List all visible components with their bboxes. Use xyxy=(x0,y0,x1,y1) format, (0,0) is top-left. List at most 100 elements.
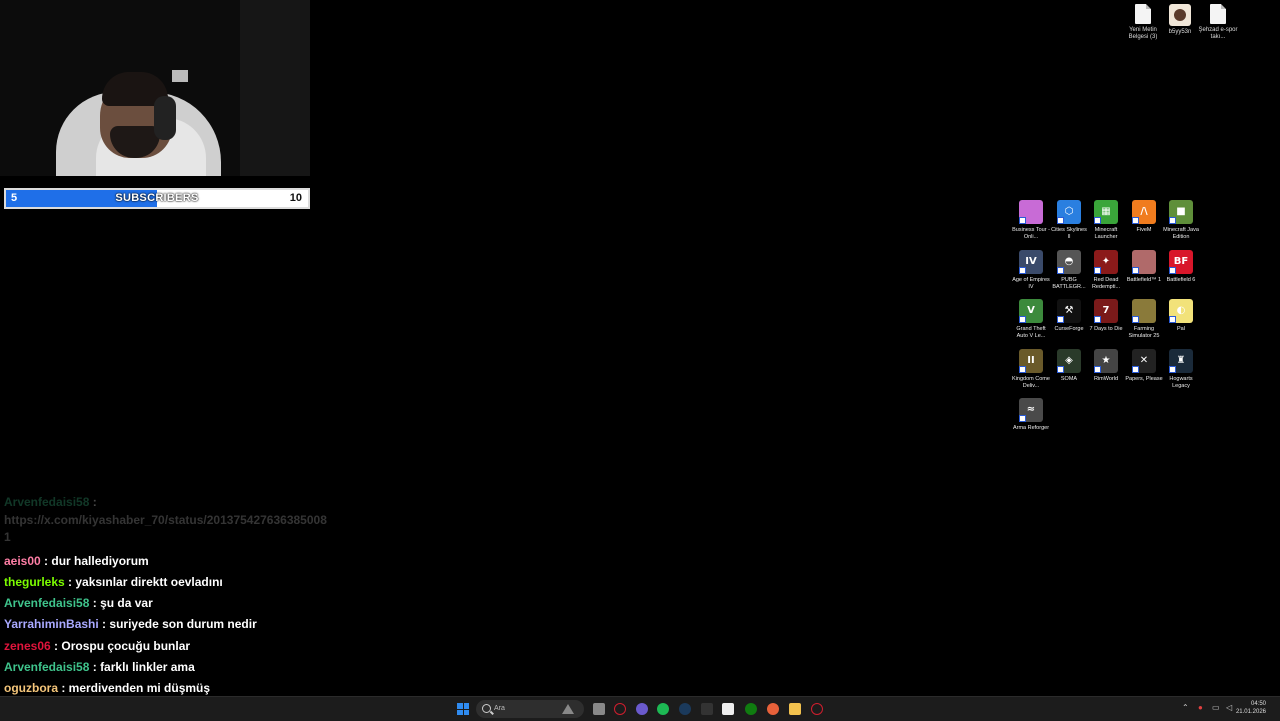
desktop-shortcut-label: Business Tour - Onli... xyxy=(1012,227,1050,240)
gta-v-icon: V xyxy=(1019,299,1043,323)
xbox-icon[interactable] xyxy=(745,703,757,715)
desktop-shortcut-label: Hogwarts Legacy xyxy=(1169,376,1193,389)
file-explorer-icon[interactable] xyxy=(789,703,801,715)
desktop-shortcut[interactable]: ⚒ CurseForge xyxy=(1050,299,1088,333)
desktop-shortcut[interactable]: V Grand Theft Auto V Le... xyxy=(1012,299,1050,340)
desktop-shortcut-label: Battlefield™ 1 xyxy=(1126,277,1162,283)
volume-icon[interactable]: ◁ xyxy=(1226,701,1232,715)
chat-username: YarrahiminBashi xyxy=(4,617,99,632)
chat-separator: : xyxy=(64,574,76,589)
text-file-icon xyxy=(1135,4,1151,24)
desktop-shortcut[interactable]: Farming Simulator 25 xyxy=(1125,299,1163,340)
subscriber-goal-bar: 5 SUBSCRIBERS 10 xyxy=(4,188,310,209)
desktop-shortcut-label: Red Dead Redempti... xyxy=(1091,277,1121,290)
desktop-shortcut[interactable]: ▦ Minecraft Launcher xyxy=(1087,200,1125,241)
desktop-shortcut[interactable]: ■ Minecraft Java Edition xyxy=(1162,200,1200,241)
desktop-shortcut[interactable]: ◓ PUBG BATTLEGR... xyxy=(1050,250,1088,291)
minecraft-java-icon: ■ xyxy=(1169,200,1193,224)
desktop-shortcut[interactable]: ⬡ Cities Skylines II xyxy=(1050,200,1088,241)
chat-username: Arvenfedaisi58 xyxy=(4,596,90,611)
capcut-icon[interactable] xyxy=(722,703,734,715)
desktop-file-label: Yeni Metin Belgesi (3) xyxy=(1128,27,1158,40)
desktop-shortcut[interactable]: IV Age of Empires IV xyxy=(1012,250,1050,291)
desktop-shortcut[interactable]: BF Battlefield 6 xyxy=(1162,250,1200,284)
chat-username: Arvenfedaisi58 xyxy=(4,659,90,674)
desktop-shortcut[interactable]: ♜ Hogwarts Legacy xyxy=(1162,349,1200,390)
desktop-file-yeni-metin[interactable]: Yeni Metin Belgesi (3) xyxy=(1123,4,1163,41)
taskbar-clock[interactable]: 04:50 21.01.2026 xyxy=(1236,700,1266,716)
desktop-shortcut[interactable]: ≈ Arma Reforger xyxy=(1012,398,1050,432)
red-dead-icon: ✦ xyxy=(1094,250,1118,274)
desktop-shortcut[interactable]: 7 7 Days to Die xyxy=(1087,299,1125,333)
search-placeholder: Ara xyxy=(494,705,505,712)
seven-days-icon: 7 xyxy=(1094,299,1118,323)
discord-icon[interactable] xyxy=(636,703,648,715)
spotify-icon[interactable] xyxy=(657,703,669,715)
steam-icon[interactable] xyxy=(679,703,691,715)
text-file-icon xyxy=(1210,4,1226,24)
microphone-icon[interactable]: ● xyxy=(1198,701,1203,715)
cities-skylines-icon: ⬡ xyxy=(1057,200,1081,224)
chat-message: aeis00 : dur hallediyorum xyxy=(4,551,334,572)
clock-time: 04:50 xyxy=(1250,701,1266,707)
pal-icon: ◐ xyxy=(1169,299,1193,323)
taskbar-search[interactable]: Ara xyxy=(476,700,584,718)
tray-overflow-icon[interactable]: ⌃ xyxy=(1182,701,1189,715)
epic-games-icon[interactable] xyxy=(701,703,713,715)
chat-message: thegurleks : yaksınlar direktt oevladını xyxy=(4,572,334,593)
desktop-shortcut-label: Minecraft Launcher xyxy=(1094,227,1118,240)
chat-message: zenes06 : Orospu çocuğu bunlar xyxy=(4,636,334,657)
chat-message: YarrahiminBashi : suriyede son durum ned… xyxy=(4,614,334,635)
desktop-shortcut-label: Papers, Please xyxy=(1125,376,1163,382)
image-file-icon xyxy=(1169,4,1191,26)
opera-gx-icon[interactable] xyxy=(614,703,626,715)
desktop-shortcut[interactable]: Business Tour - Onli... xyxy=(1012,200,1050,241)
chat-username: oguzbora xyxy=(4,681,58,695)
desktop-file-label: b5yy53n xyxy=(1168,29,1192,35)
opera-icon[interactable] xyxy=(811,703,823,715)
chat-username: thegurleks xyxy=(4,574,65,589)
start-button[interactable] xyxy=(457,703,469,715)
taskbar: Ara ⌃ ● ▭ ◁ 04:50 21.01.2026 xyxy=(0,696,1280,721)
network-icon[interactable]: ▭ xyxy=(1212,701,1220,715)
chat-text: dur hallediyorum xyxy=(51,553,149,568)
desktop-shortcut[interactable]: Battlefield™ 1 xyxy=(1125,250,1163,284)
subscriber-goal: 10 xyxy=(289,192,302,204)
copilot-icon[interactable] xyxy=(767,703,779,715)
farming-simulator-icon xyxy=(1132,299,1156,323)
desktop-file-label: Şehzad e-spor takı... xyxy=(1198,27,1238,40)
desktop-shortcut[interactable]: ✕ Papers, Please xyxy=(1125,349,1163,383)
webcam-object xyxy=(172,70,188,82)
desktop-shortcut-label: Battlefield 6 xyxy=(1166,277,1196,283)
rimworld-icon: ★ xyxy=(1094,349,1118,373)
chat-text: yaksınlar direktt oevladını xyxy=(75,574,223,589)
task-view-icon[interactable] xyxy=(593,703,605,715)
desktop-shortcut[interactable]: ★ RimWorld xyxy=(1087,349,1125,383)
desktop-shortcut-label: FiveM xyxy=(1136,227,1152,233)
desktop-shortcut-label: PUBG BATTLEGR... xyxy=(1052,277,1086,290)
chat-username: Arvenfedaisi58 xyxy=(4,495,90,509)
chat-text: merdivenden mi düşmüş xyxy=(68,681,211,695)
chat-message: Arvenfedaisi58 : https://x.com/kiyashabe… xyxy=(4,494,334,547)
business-tour-icon xyxy=(1019,200,1043,224)
chat-text: farklı linkler ama xyxy=(100,659,195,674)
desktop-shortcut[interactable]: ◐ Pal xyxy=(1162,299,1200,333)
chat-text: https://x.com/kiyashaber_70/status/20137… xyxy=(4,512,327,545)
webcam-background xyxy=(240,0,310,176)
chat-separator: : xyxy=(89,596,101,611)
desktop-file-sehzad[interactable]: Şehzad e-spor takı... xyxy=(1198,4,1238,41)
chat-text: şu da var xyxy=(100,596,153,611)
desktop-shortcut[interactable]: ◈ SOMA xyxy=(1050,349,1088,383)
desktop-shortcut-label: 7 Days to Die xyxy=(1089,326,1123,332)
desktop-shortcut-label: RimWorld xyxy=(1093,376,1119,382)
chat-username: zenes06 xyxy=(4,638,51,653)
desktop-file-b5yy53n[interactable]: b5yy53n xyxy=(1160,4,1200,36)
webcam-headset xyxy=(154,96,176,140)
desktop-shortcut[interactable]: ✦ Red Dead Redempti... xyxy=(1087,250,1125,291)
search-icon xyxy=(482,704,491,713)
desktop-shortcut[interactable]: II Kingdom Come Deliv... xyxy=(1012,349,1050,390)
desktop-shortcut-label: CurseForge xyxy=(1054,326,1084,332)
desktop-shortcut[interactable]: /\ FiveM xyxy=(1125,200,1163,234)
chat-separator: : xyxy=(98,617,110,632)
desktop-shortcut-label: Kingdom Come Deliv... xyxy=(1012,376,1050,389)
